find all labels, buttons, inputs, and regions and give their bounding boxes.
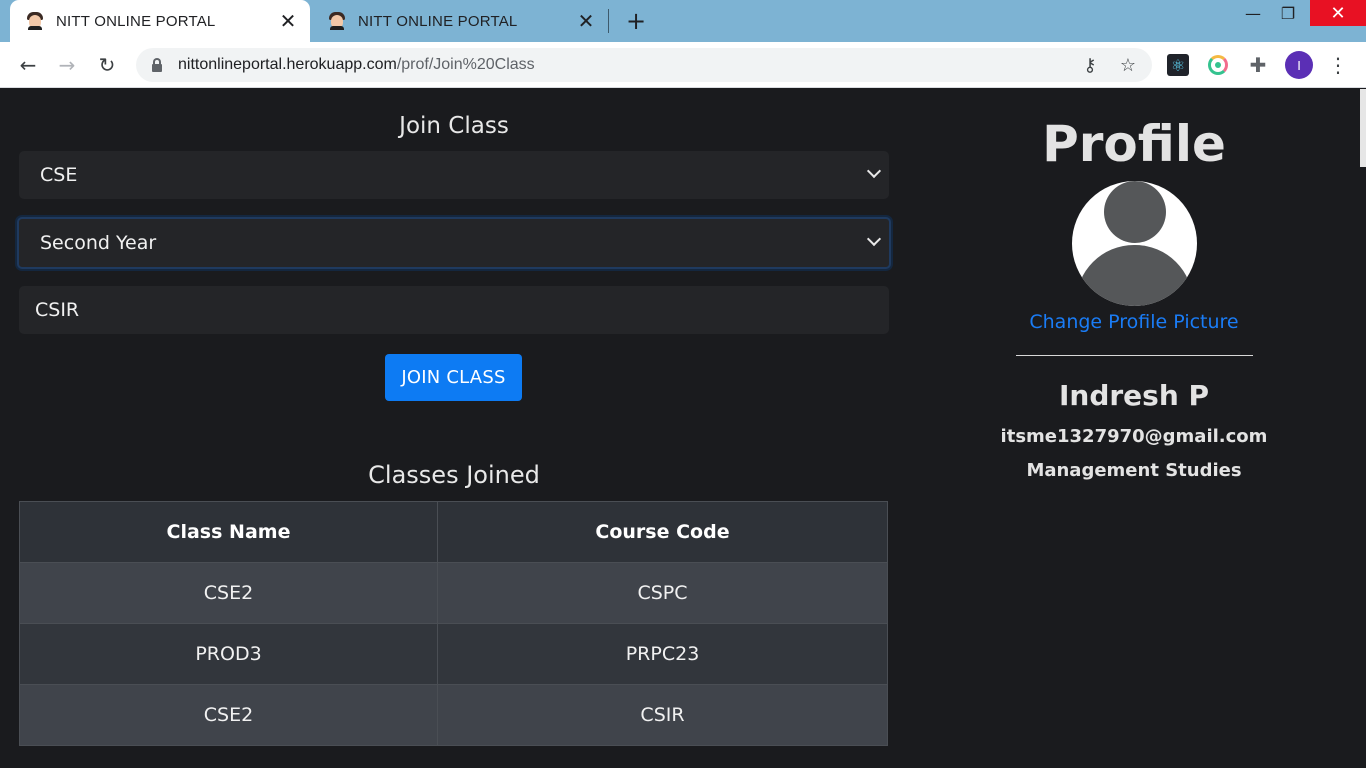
classes-table: Class Name Course Code CSE2 CSPC PROD3 P… [19,501,888,746]
scrollbar[interactable] [1360,89,1366,768]
course-code-input[interactable]: CSIR [19,286,889,334]
avatar-head-shape [1104,181,1166,243]
course-code-input-value: CSIR [35,299,80,321]
classes-joined-heading: Classes Joined [368,461,540,489]
react-devtools-icon[interactable]: ⚛ [1164,51,1192,79]
join-class-heading: Join Class [399,113,509,139]
address-bar[interactable]: nittonlineportal.herokuapp.com/prof/Join… [136,48,1152,82]
table-row: CSE2 CSIR [19,684,888,746]
bookmark-star-icon[interactable]: ☆ [1114,51,1142,79]
maximize-icon[interactable]: ❐ [1271,0,1305,26]
tab-active[interactable]: NITT ONLINE PORTAL ✕ [10,0,310,42]
favicon-icon [26,12,44,30]
reload-icon[interactable]: ↻ [92,50,122,80]
close-tab-icon[interactable]: ✕ [276,9,300,33]
url-path: /prof/Join%20Class [396,56,535,73]
minimize-icon[interactable]: — [1236,0,1270,26]
lock-icon[interactable] [152,58,162,72]
join-class-button[interactable]: JOIN CLASS [385,354,522,401]
tab-strip: NITT ONLINE PORTAL ✕ NITT ONLINE PORTAL … [0,0,1366,42]
forward-arrow-icon[interactable]: → [52,50,82,80]
table-row: CSE2 CSPC [19,562,888,624]
tab-title: NITT ONLINE PORTAL [56,12,216,30]
scrollbar-thumb[interactable] [1360,89,1366,167]
tab-separator [608,9,609,33]
profile-department: Management Studies [1026,460,1242,481]
url-text[interactable]: nittonlineportal.herokuapp.com/prof/Join… [178,56,1076,74]
department-select[interactable]: CSE [19,151,889,199]
column-header-class-name: Class Name [19,501,438,563]
avatar-shoulders-shape [1076,245,1193,306]
back-arrow-icon[interactable]: ← [13,50,43,80]
year-select-value: Second Year [40,232,157,254]
cell-class-name: PROD3 [19,623,438,685]
cell-class-name: CSE2 [19,684,438,746]
extension-ring-icon[interactable] [1204,51,1232,79]
profile-email: itsme1327970@gmail.com [1000,426,1268,447]
cell-class-name: CSE2 [19,562,438,624]
page-content: Join Class CSE Second Year CSIR JOIN CLA… [0,89,1366,768]
column-header-course-code: Course Code [437,501,888,563]
change-profile-picture-link[interactable]: Change Profile Picture [1000,311,1268,333]
chevron-down-icon [866,163,882,179]
close-tab-icon[interactable]: ✕ [574,9,598,33]
tab-inactive[interactable]: NITT ONLINE PORTAL ✕ [312,0,608,42]
profile-name: Indresh P [1058,379,1210,412]
table-header-row: Class Name Course Code [19,501,888,563]
profile-avatar[interactable]: I [1285,51,1313,79]
extensions-puzzle-icon[interactable]: ✚ [1244,51,1272,79]
year-select[interactable]: Second Year [17,217,891,269]
cell-course-code: CSIR [437,684,888,746]
favicon-icon [328,12,346,30]
chevron-down-icon [866,231,882,247]
table-row: PROD3 PRPC23 [19,623,888,685]
url-host: nittonlineportal.herokuapp.com [178,56,397,73]
profile-picture-avatar [1072,181,1197,306]
close-window-icon[interactable]: ✕ [1310,0,1366,26]
profile-divider [1016,355,1253,356]
department-select-value: CSE [40,164,78,186]
new-tab-icon[interactable]: + [622,7,650,35]
kebab-menu-icon[interactable]: ⋮ [1324,51,1352,79]
tab-title: NITT ONLINE PORTAL [358,12,518,30]
cell-course-code: CSPC [437,562,888,624]
cell-course-code: PRPC23 [437,623,888,685]
key-icon[interactable]: ⚷ [1076,51,1104,79]
browser-toolbar: ← → ↻ nittonlineportal.herokuapp.com/pro… [0,42,1366,88]
profile-heading: Profile [1042,115,1226,173]
